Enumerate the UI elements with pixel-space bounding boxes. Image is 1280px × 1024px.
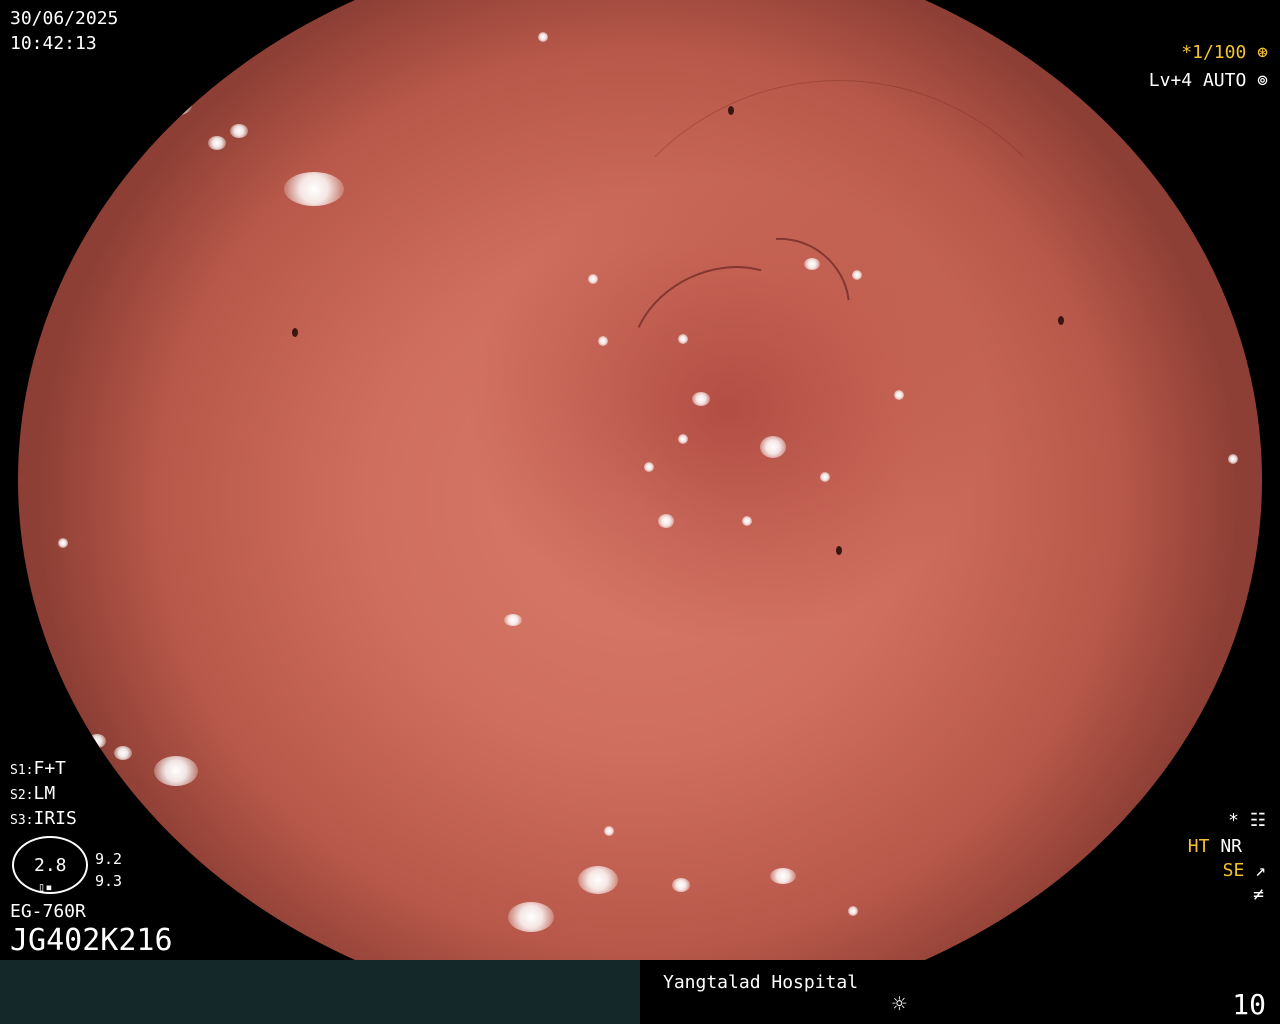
light-reflection <box>804 258 820 270</box>
switch-s1-label: S1: <box>10 763 34 778</box>
date-display: 30/06/2025 <box>10 8 119 29</box>
light-reflection <box>598 336 608 346</box>
light-reflection <box>114 746 132 760</box>
endoscopic-view <box>18 0 1262 1020</box>
light-reflection <box>848 906 858 916</box>
freeze-icon: ≠ <box>1253 884 1264 905</box>
time-display: 10:42:13 <box>10 33 97 54</box>
gauge-side-bottom: 9.3 <box>95 872 123 890</box>
sun-icon: ☼ <box>892 990 907 1018</box>
switch-s2-value: LM <box>33 783 56 804</box>
mode-nr: NR <box>1220 836 1242 857</box>
light-reflection <box>538 32 548 42</box>
light-reflection <box>88 734 106 748</box>
mode-ht: HT <box>1187 836 1210 857</box>
mode-se: SE ↗ <box>1223 860 1266 882</box>
settings-icon: ☷ <box>1249 810 1266 831</box>
mode-se-label: SE <box>1222 860 1245 881</box>
light-reflection <box>578 866 618 894</box>
mucosal-pit <box>292 328 298 337</box>
light-reflection <box>658 514 674 528</box>
switch-s1-value: F+T <box>33 758 66 779</box>
light-level: Lv+4 AUTO ⊚ <box>1149 70 1268 92</box>
iris-icon: ⊚ <box>1257 70 1268 91</box>
scope-model: EG-760R <box>10 901 86 922</box>
shutter-speed: *1/100 ⊛ <box>1181 42 1268 64</box>
light-reflection <box>770 868 796 884</box>
scope-serial: JG402K216 <box>10 923 173 958</box>
light-reflection <box>508 902 554 932</box>
curve-icon: ↗ <box>1255 860 1266 881</box>
light-reflection <box>1228 454 1238 464</box>
shutter-icon: ⊛ <box>1257 42 1268 63</box>
mode-ht-nr: HT NR <box>1188 836 1242 858</box>
light-reflection <box>208 136 226 150</box>
mucosal-fold <box>578 80 1100 602</box>
switch-s2: S2:LM <box>10 783 55 807</box>
zoom-indicator-icon: ▯▪ <box>38 880 53 894</box>
gauge-side-top: 9.2 <box>95 850 123 868</box>
light-reflection <box>504 614 522 626</box>
mucosal-pit <box>728 106 734 115</box>
light-reflection <box>284 172 344 206</box>
light-reflection <box>58 538 68 548</box>
light-reflection <box>158 94 192 116</box>
switch-s3: S3:IRIS <box>10 808 77 832</box>
mode-star: * ☷ <box>1228 810 1266 832</box>
light-reflection <box>678 434 688 444</box>
light-level-value: Lv+4 AUTO <box>1148 70 1247 91</box>
light-reflection <box>678 334 688 344</box>
switch-s1: S1:F+T <box>10 758 66 782</box>
light-reflection <box>742 516 752 526</box>
mucosal-pit <box>836 546 842 555</box>
light-reflection <box>692 392 710 406</box>
zoom-value: 2.8 <box>34 855 67 876</box>
light-reflection <box>760 436 786 458</box>
light-reflection <box>644 462 654 472</box>
mode-star-label: * <box>1228 810 1240 831</box>
light-reflection <box>894 390 904 400</box>
light-reflection <box>154 756 198 786</box>
hospital-name: Yangtalad Hospital <box>663 972 859 993</box>
mucosal-pit <box>1058 316 1064 325</box>
light-reflection <box>588 274 598 284</box>
switch-s3-value: IRIS <box>33 808 77 829</box>
light-reflection <box>672 878 690 892</box>
shutter-value: *1/100 <box>1181 42 1247 63</box>
light-reflection <box>230 124 248 138</box>
switch-s3-label: S3: <box>10 813 34 828</box>
light-reflection <box>820 472 830 482</box>
light-reflection <box>604 826 614 836</box>
switch-s2-label: S2: <box>10 788 34 803</box>
image-count: 10 <box>1232 988 1266 1021</box>
light-reflection <box>852 270 862 280</box>
